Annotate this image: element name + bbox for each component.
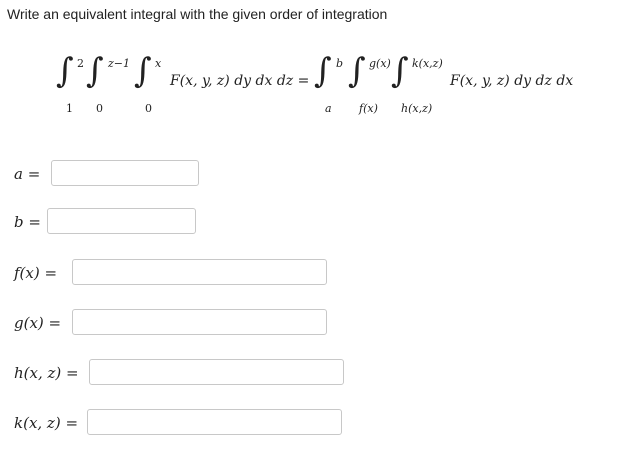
- field-label-k: k(x, z) =: [14, 414, 79, 432]
- rhs-middle-upper: g(x): [369, 57, 391, 70]
- rhs-outer-upper: b: [336, 57, 344, 70]
- f-input[interactable]: [72, 259, 327, 285]
- integral-sign-outer-rhs: ∫: [314, 51, 332, 91]
- rhs-inner-lower: h(x,z): [401, 102, 433, 115]
- h-input[interactable]: [89, 359, 344, 385]
- lhs-integrand: F(x, y, z) dy dx dz =: [170, 73, 310, 89]
- answer-row-g: g(x) =: [0, 309, 638, 339]
- field-label-a: a =: [14, 165, 41, 183]
- lhs-inner-lower: 0: [145, 102, 152, 115]
- integral-sign-middle-lhs: ∫: [86, 51, 104, 91]
- integral-equation: ∫ 2 1 ∫ z−1 0 ∫ x 0 F(x, y, z) dy dx dz …: [56, 32, 616, 115]
- integral-sign-inner-lhs: ∫: [134, 51, 152, 91]
- integral-sign-inner-rhs: ∫: [391, 51, 409, 91]
- g-input[interactable]: [72, 309, 327, 335]
- rhs-inner-upper: k(x,z): [412, 57, 443, 70]
- lhs-outer-lower: 1: [66, 102, 73, 115]
- a-input[interactable]: [51, 160, 199, 186]
- lhs-middle-upper: z−1: [108, 57, 131, 70]
- question-prompt: Write an equivalent integral with the gi…: [7, 6, 388, 22]
- b-input[interactable]: [47, 208, 196, 234]
- lhs-inner-upper: x: [155, 57, 162, 70]
- rhs-outer-lower: a: [325, 102, 332, 115]
- integral-sign-outer-lhs: ∫: [56, 51, 74, 91]
- integral-sign-middle-rhs: ∫: [348, 51, 366, 91]
- field-label-b: b =: [14, 213, 41, 231]
- answer-row-h: h(x, z) =: [0, 359, 638, 389]
- rhs-integrand: F(x, y, z) dy dz dx: [450, 73, 574, 89]
- lhs-outer-upper: 2: [77, 57, 84, 70]
- field-label-g: g(x) =: [14, 314, 62, 332]
- answer-row-b: b =: [0, 208, 638, 238]
- answer-row-k: k(x, z) =: [0, 409, 638, 439]
- field-label-h: h(x, z) =: [14, 364, 79, 382]
- answer-row-a: a =: [0, 160, 638, 190]
- field-label-f: f(x) =: [14, 264, 58, 282]
- rhs-middle-lower: f(x): [359, 102, 378, 115]
- answer-row-f: f(x) =: [0, 259, 638, 289]
- lhs-middle-lower: 0: [96, 102, 103, 115]
- k-input[interactable]: [87, 409, 342, 435]
